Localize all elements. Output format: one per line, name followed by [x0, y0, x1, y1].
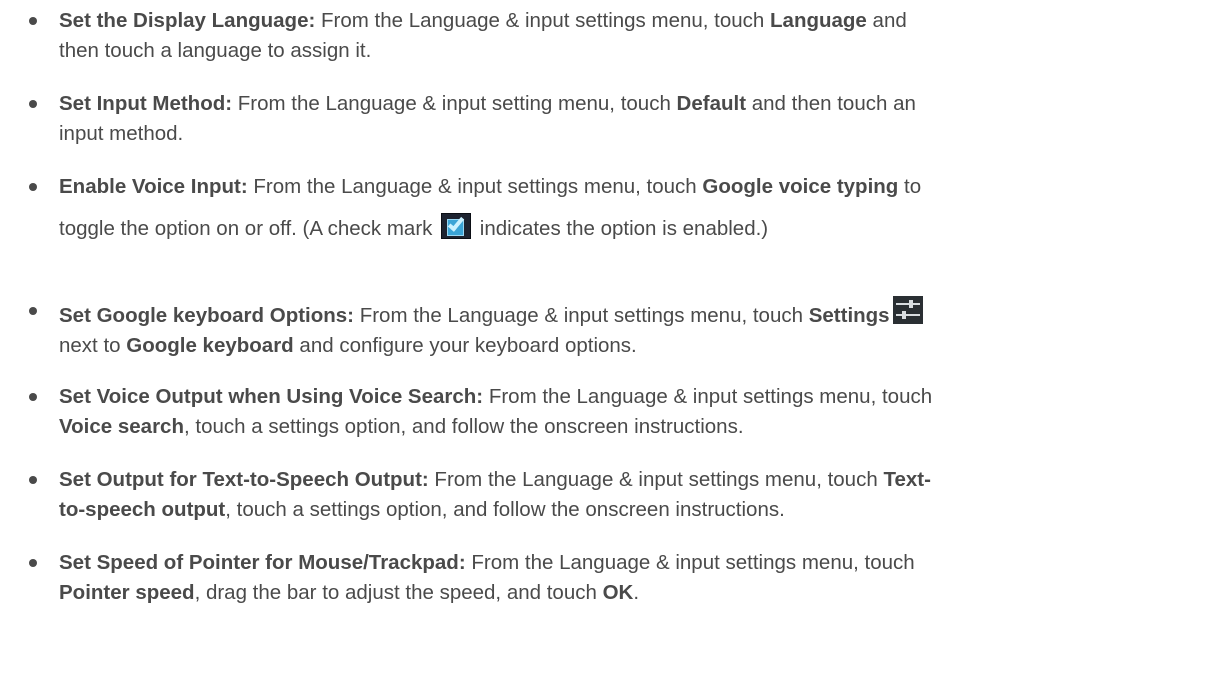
item-emphasis: OK — [602, 581, 634, 604]
list-item-text-to-speech: Set Output for Text-to-Speech Output: Fr… — [29, 465, 1169, 525]
item-title: Set Voice Output when Using Voice Search… — [59, 385, 484, 408]
bullet-dot — [29, 307, 37, 315]
item-emphasis: Default — [676, 92, 747, 115]
item-text-line2: to-speech output, touch a settings optio… — [59, 495, 1169, 525]
list-item-display-language: Set the Display Language: From the Langu… — [29, 6, 1169, 66]
item-emphasis: Language — [770, 9, 867, 32]
list-item-google-keyboard: Set Google keyboard Options: From the La… — [29, 296, 1169, 361]
item-text: and then touch an — [746, 92, 916, 115]
item-title: Set Input Method: — [59, 92, 233, 115]
item-title: Set Output for Text-to-Speech Output: — [59, 468, 429, 491]
item-text: From the Language & input settings menu,… — [483, 385, 933, 408]
item-text: and configure your keyboard options. — [293, 334, 637, 357]
check-mark-icon — [441, 213, 472, 239]
bullet-dot — [29, 393, 37, 401]
item-text: From the Language & input setting menu, … — [232, 92, 677, 115]
item-title: Set Google keyboard Options: — [59, 304, 355, 327]
item-text: next to — [59, 334, 127, 357]
bullet-dot — [29, 183, 37, 191]
item-text-line2: toggle the option on or off. (A check ma… — [59, 213, 1169, 244]
item-text: From the Language & input settings menu,… — [465, 551, 915, 574]
item-emphasis: Text- — [883, 468, 931, 491]
list-item-input-method: Set Input Method: From the Language & in… — [29, 89, 1169, 149]
item-text: From the Language & input settings menu,… — [315, 9, 771, 32]
item-text: , touch a settings option, and follow th… — [225, 498, 785, 521]
bullet-dot — [29, 476, 37, 484]
item-emphasis: to-speech output — [59, 498, 226, 521]
item-title: Set Speed of Pointer for Mouse/Trackpad: — [59, 551, 466, 574]
item-text: , drag the bar to adjust the speed, and … — [194, 581, 603, 604]
item-emphasis: Google voice typing — [702, 175, 899, 198]
item-emphasis: Google keyboard — [126, 334, 294, 357]
item-text-line2: input method. — [59, 122, 184, 145]
bullet-dot — [29, 559, 37, 567]
item-title: Enable Voice Input: — [59, 175, 248, 198]
item-text: to — [898, 175, 922, 198]
item-emphasis: Settings — [808, 304, 890, 327]
item-text: . — [633, 581, 640, 604]
item-text: From the Language & input settings menu,… — [428, 468, 884, 491]
list-item-pointer-speed: Set Speed of Pointer for Mouse/Trackpad:… — [29, 548, 1169, 608]
item-text: From the Language & input settings menu,… — [247, 175, 703, 198]
item-text: toggle the option on or off. (A check ma… — [59, 217, 439, 240]
item-text-line2: Voice search, touch a settings option, a… — [59, 412, 1169, 442]
item-emphasis: Pointer speed — [59, 581, 195, 604]
list-item-voice-output: Set Voice Output when Using Voice Search… — [29, 382, 1169, 442]
list-item-voice-input: Enable Voice Input: From the Language & … — [29, 172, 1169, 244]
bullet-dot — [29, 100, 37, 108]
item-text-line2: Pointer speed, drag the bar to adjust th… — [59, 578, 1169, 608]
settings-sliders-icon — [892, 296, 923, 324]
item-text-line2: then touch a language to assign it. — [59, 39, 372, 62]
item-title: Set the Display Language: — [59, 9, 316, 32]
item-text: From the Language & input settings menu,… — [354, 304, 809, 327]
item-emphasis: Voice search — [59, 415, 184, 438]
item-text: and — [866, 9, 907, 32]
bullet-dot — [29, 17, 37, 25]
item-text: indicates the option is enabled.) — [474, 217, 769, 240]
item-text: , touch a settings option, and follow th… — [183, 415, 744, 438]
item-text-line2: next to Google keyboard and configure yo… — [59, 331, 1169, 361]
